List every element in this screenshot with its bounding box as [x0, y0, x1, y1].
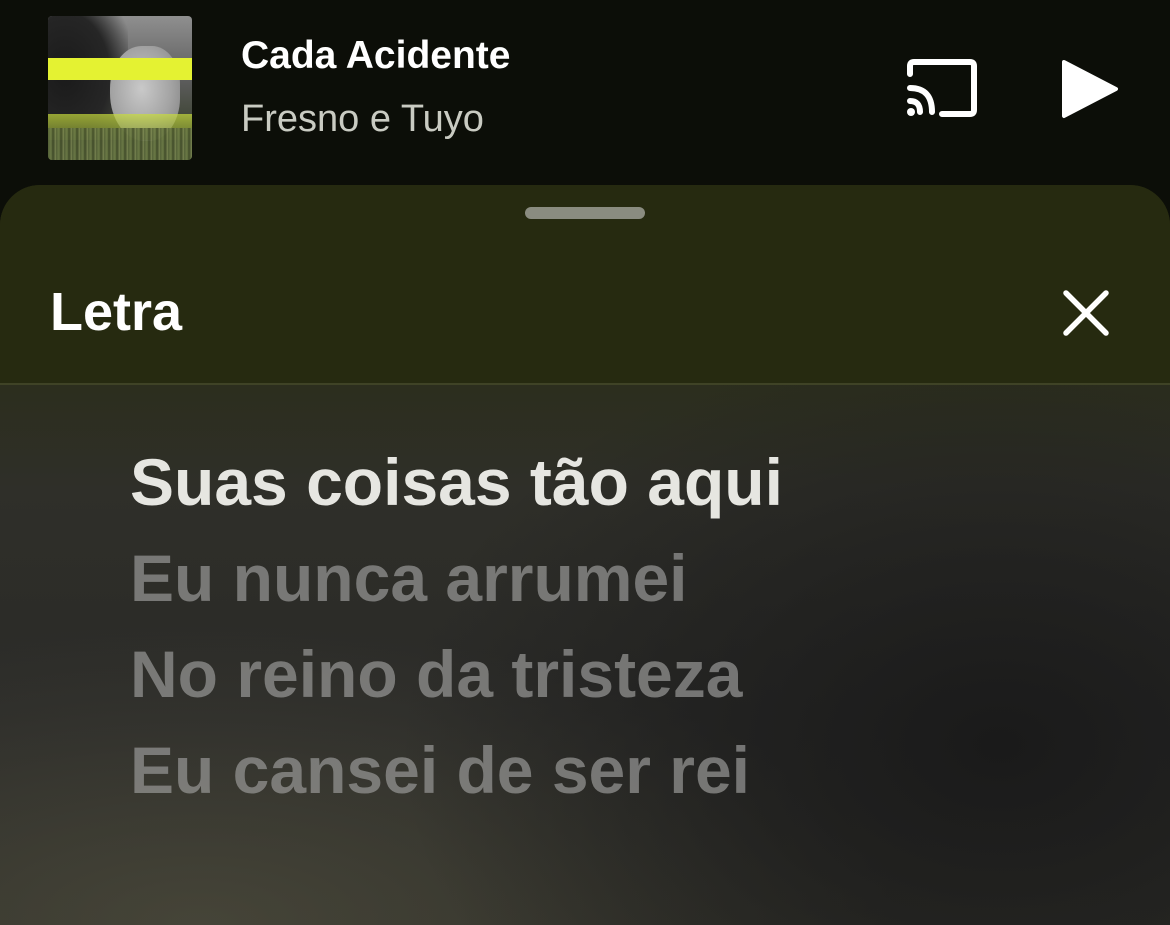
play-icon [1062, 60, 1118, 118]
cast-button[interactable] [904, 58, 980, 120]
album-art-highlight-bar [48, 58, 192, 80]
lyrics-sheet: Letra Suas coisas tão aqui Eu nunca arru… [0, 185, 1170, 925]
album-art-grass [48, 128, 192, 160]
sheet-header: Letra [0, 185, 1170, 385]
cast-icon [907, 59, 977, 117]
sheet-title: Letra [50, 282, 183, 342]
album-art[interactable] [48, 16, 192, 160]
lyrics-screen: Cada Acidente Fresno e Tuyo Letra Suas c… [0, 0, 1170, 925]
close-icon [1063, 290, 1109, 336]
play-button[interactable] [1058, 58, 1120, 120]
track-artist[interactable]: Fresno e Tuyo [241, 98, 484, 141]
lyric-line[interactable]: Eu cansei de ser rei [130, 709, 1130, 831]
lyrics-list[interactable]: Suas coisas tão aqui Eu nunca arrumei No… [130, 445, 1130, 831]
track-title[interactable]: Cada Acidente [241, 34, 510, 78]
mini-player[interactable]: Cada Acidente Fresno e Tuyo [0, 0, 1170, 185]
drag-handle[interactable] [525, 207, 645, 219]
close-button[interactable] [1058, 285, 1114, 341]
